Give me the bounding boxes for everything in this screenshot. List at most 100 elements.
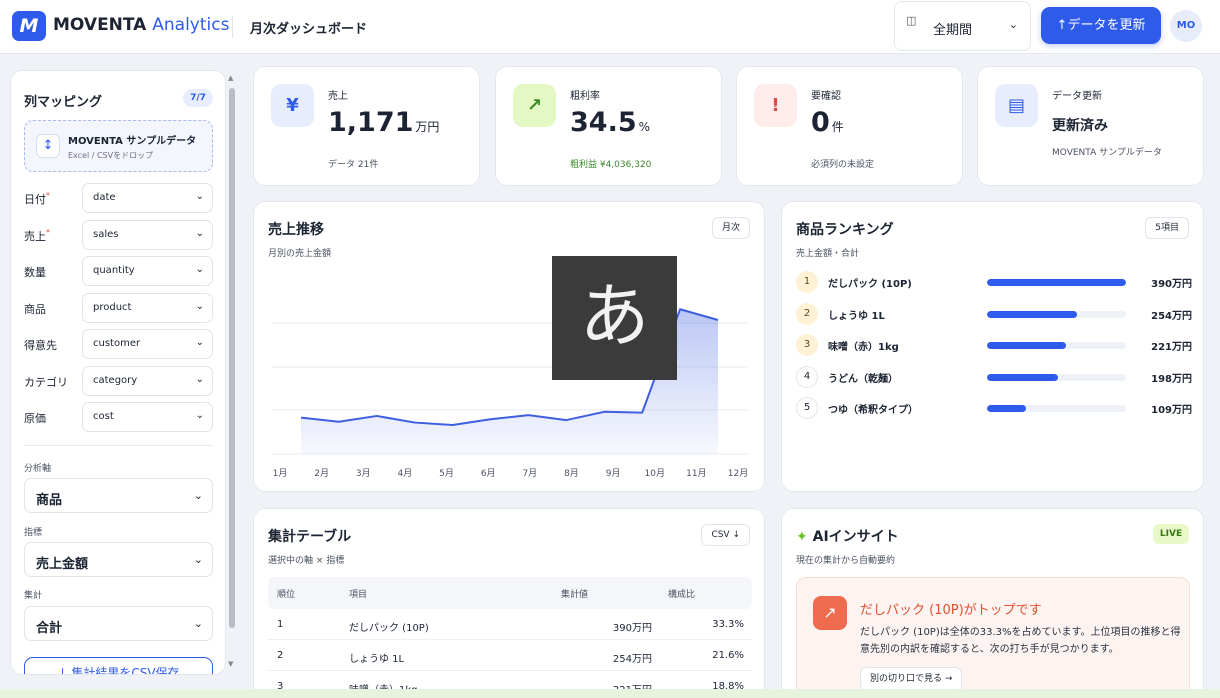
ranking-amount: 221万円: [1151, 342, 1192, 353]
axis-select[interactable]: 商品 ⌄: [24, 478, 213, 513]
header-rank[interactable]: 順位: [277, 587, 295, 600]
kpi-sub: 粗利益 ¥4,036,320: [570, 160, 652, 170]
rank-number: 2: [796, 302, 818, 325]
mapping-select[interactable]: date ⌄: [82, 183, 213, 213]
scroll-up-icon[interactable]: ▲: [228, 74, 233, 82]
chevron-down-icon: ⌄: [1008, 18, 1018, 31]
cell-value: 254万円: [612, 654, 652, 665]
yen-icon: ¥: [271, 84, 314, 127]
trend-up-icon: ↗: [513, 84, 556, 127]
chevron-down-icon: ⌄: [195, 337, 204, 348]
mapping-select[interactable]: quantity ⌄: [82, 256, 213, 286]
trend-up-icon: ↗: [813, 596, 847, 630]
header-value[interactable]: 集計値: [561, 587, 588, 600]
scroll-down-icon[interactable]: ▼: [228, 660, 233, 668]
cell-item: しょうゆ 1L: [349, 654, 405, 665]
data-update-kpi-card: ▤ データ更新 更新済み MOVENTA サンプルデータ: [977, 66, 1204, 186]
refresh-data-button[interactable]: ↑データを更新: [1041, 7, 1161, 44]
ranking-item-name: しょうゆ 1L: [828, 310, 885, 322]
mapping-value: sales: [93, 228, 119, 240]
trend-chart: 1月 2月 3月 4月 5月 6月 7月 8月 9月 10月 11月 12月: [272, 308, 748, 479]
ai-title: ✦ AIインサイト: [796, 526, 899, 546]
ranking-row[interactable]: 4 うどん（乾麺） 198万円: [796, 365, 1192, 390]
drop-title: MOVENTA サンプルデータ: [68, 136, 197, 147]
period-value: 全期間: [933, 23, 973, 38]
ranking-count-badge: 5項目: [1145, 217, 1189, 239]
mapping-label: 商品: [24, 302, 46, 316]
table-header: 順位 項目 集計値 構成比: [268, 577, 752, 609]
ranking-row[interactable]: 5 つゆ（希釈タイプ） 109万円: [796, 397, 1192, 421]
mapping-select[interactable]: sales ⌄: [82, 219, 213, 250]
x-tick-label: 9月: [606, 468, 621, 479]
cell-rank: 1: [277, 619, 284, 630]
aggregate-label: 集計: [24, 591, 43, 601]
mapping-value: category: [93, 374, 138, 386]
mapping-label: 日付*: [24, 191, 50, 206]
x-tick-label: 10月: [645, 468, 665, 479]
logo-icon: M: [12, 11, 46, 41]
table-row[interactable]: 1 だしパック (10P) 390万円 33.3%: [268, 609, 752, 640]
kpi-text: 更新済み: [1052, 118, 1108, 134]
mapping-row: 得意先 customer ⌄: [24, 329, 213, 359]
metric-label: 指標: [24, 528, 43, 538]
chevron-down-icon: ⌄: [195, 227, 204, 239]
ai-insight-panel: ✦ AIインサイト 現在の集計から自動要約 LIVE ↗ だしパック (10P)…: [781, 508, 1204, 698]
file-drop-zone[interactable]: ↕ MOVENTA サンプルデータ Excel / CSVをドロップ: [24, 120, 213, 172]
rank-number: 3: [796, 334, 818, 356]
ranking-row[interactable]: 2 しょうゆ 1L 254万円: [796, 302, 1192, 327]
ranking-row[interactable]: 3 味噌（赤）1kg 221万円: [796, 334, 1192, 358]
header-share[interactable]: 構成比: [668, 587, 695, 600]
cell-value: 390万円: [612, 623, 652, 634]
table-title: 集計テーブル: [268, 529, 352, 545]
ranking-title: 商品ランキング: [796, 222, 894, 238]
ranking-item-name: つゆ（希釈タイプ）: [828, 405, 918, 416]
summary-table-panel: 集計テーブル 選択中の軸 × 指標 CSV ↓ 順位 項目 集計値 構成比 1 だ…: [253, 508, 765, 698]
sidebar-scrollbar[interactable]: ▲ ▼: [226, 72, 238, 675]
x-tick-label: 4月: [398, 468, 413, 479]
upload-icon: ↕: [36, 134, 60, 158]
cell-rank: 2: [277, 650, 284, 661]
x-tick-label: 5月: [439, 468, 454, 479]
ai-title-text: AIインサイト: [812, 529, 899, 545]
x-tick-label: 11月: [686, 468, 706, 479]
kpi-value: 34.5%: [570, 107, 651, 138]
mapping-select[interactable]: cost ⌄: [82, 402, 213, 432]
ranking-amount: 109万円: [1151, 405, 1192, 416]
scrollbar-thumb[interactable]: [229, 88, 235, 628]
ranking-bar-track: [987, 342, 1126, 349]
cell-item: だしパック (10P): [349, 623, 429, 634]
header-item[interactable]: 項目: [349, 587, 367, 600]
mapping-label: カテゴリ: [24, 375, 68, 389]
x-tick-label: 3月: [356, 468, 371, 479]
calendar-icon: ◫: [906, 14, 917, 27]
gross-margin-kpi-card: ↗ 粗利率 34.5% 粗利益 ¥4,036,320: [495, 66, 722, 186]
table-row[interactable]: 2 しょうゆ 1L 254万円 21.6%: [268, 640, 752, 671]
ranking-bar-track: [987, 279, 1126, 286]
mapping-count-badge: 7/7: [183, 89, 213, 107]
insight-body: だしパック (10P)は全体の33.3%を占めています。上位項目の推移と得意先別…: [860, 627, 1181, 655]
ranking-bar-track: [987, 405, 1126, 412]
metric-select[interactable]: 売上金額 ⌄: [24, 542, 213, 577]
sales-trend-panel: 売上推移 月別の売上金額 月次 1月 2月 3月 4月 5月 6月 7月 8月 9月 10月 11月…: [253, 201, 765, 492]
axis-label: 分析軸: [24, 464, 52, 474]
insight-card: ↗ だしパック (10P)がトップです だしパック (10P)は全体の33.3%…: [796, 577, 1190, 697]
x-tick-label: 6月: [481, 468, 496, 479]
period-select[interactable]: ◫ 全期間 ⌄: [894, 1, 1031, 51]
aggregate-select[interactable]: 合計 ⌄: [24, 606, 213, 641]
ranking-bar-track: [987, 373, 1126, 381]
mapping-select[interactable]: product ⌄: [82, 292, 213, 323]
ranking-row[interactable]: 1 だしパック (10P) 390万円: [796, 271, 1192, 295]
mapping-row: 売上* sales ⌄: [24, 219, 213, 250]
alternate-view-button[interactable]: 別の切り口で見る →: [860, 667, 963, 691]
chevron-down-icon: ⌄: [195, 264, 204, 275]
ranking-subtitle: 売上金額・合計: [796, 249, 860, 259]
mapping-select[interactable]: category ⌄: [82, 365, 213, 396]
avatar[interactable]: MO: [1170, 10, 1202, 42]
mapping-select[interactable]: customer ⌄: [82, 329, 213, 359]
mapping-value: date: [93, 192, 116, 203]
table-csv-button[interactable]: CSV ↓: [701, 524, 750, 546]
brand-accent-text: Analytics: [152, 15, 230, 35]
document-icon: ▤: [995, 84, 1038, 127]
rank-number: 1: [796, 271, 818, 293]
export-csv-button[interactable]: ↓ 集計結果をCSV保存: [24, 657, 213, 674]
